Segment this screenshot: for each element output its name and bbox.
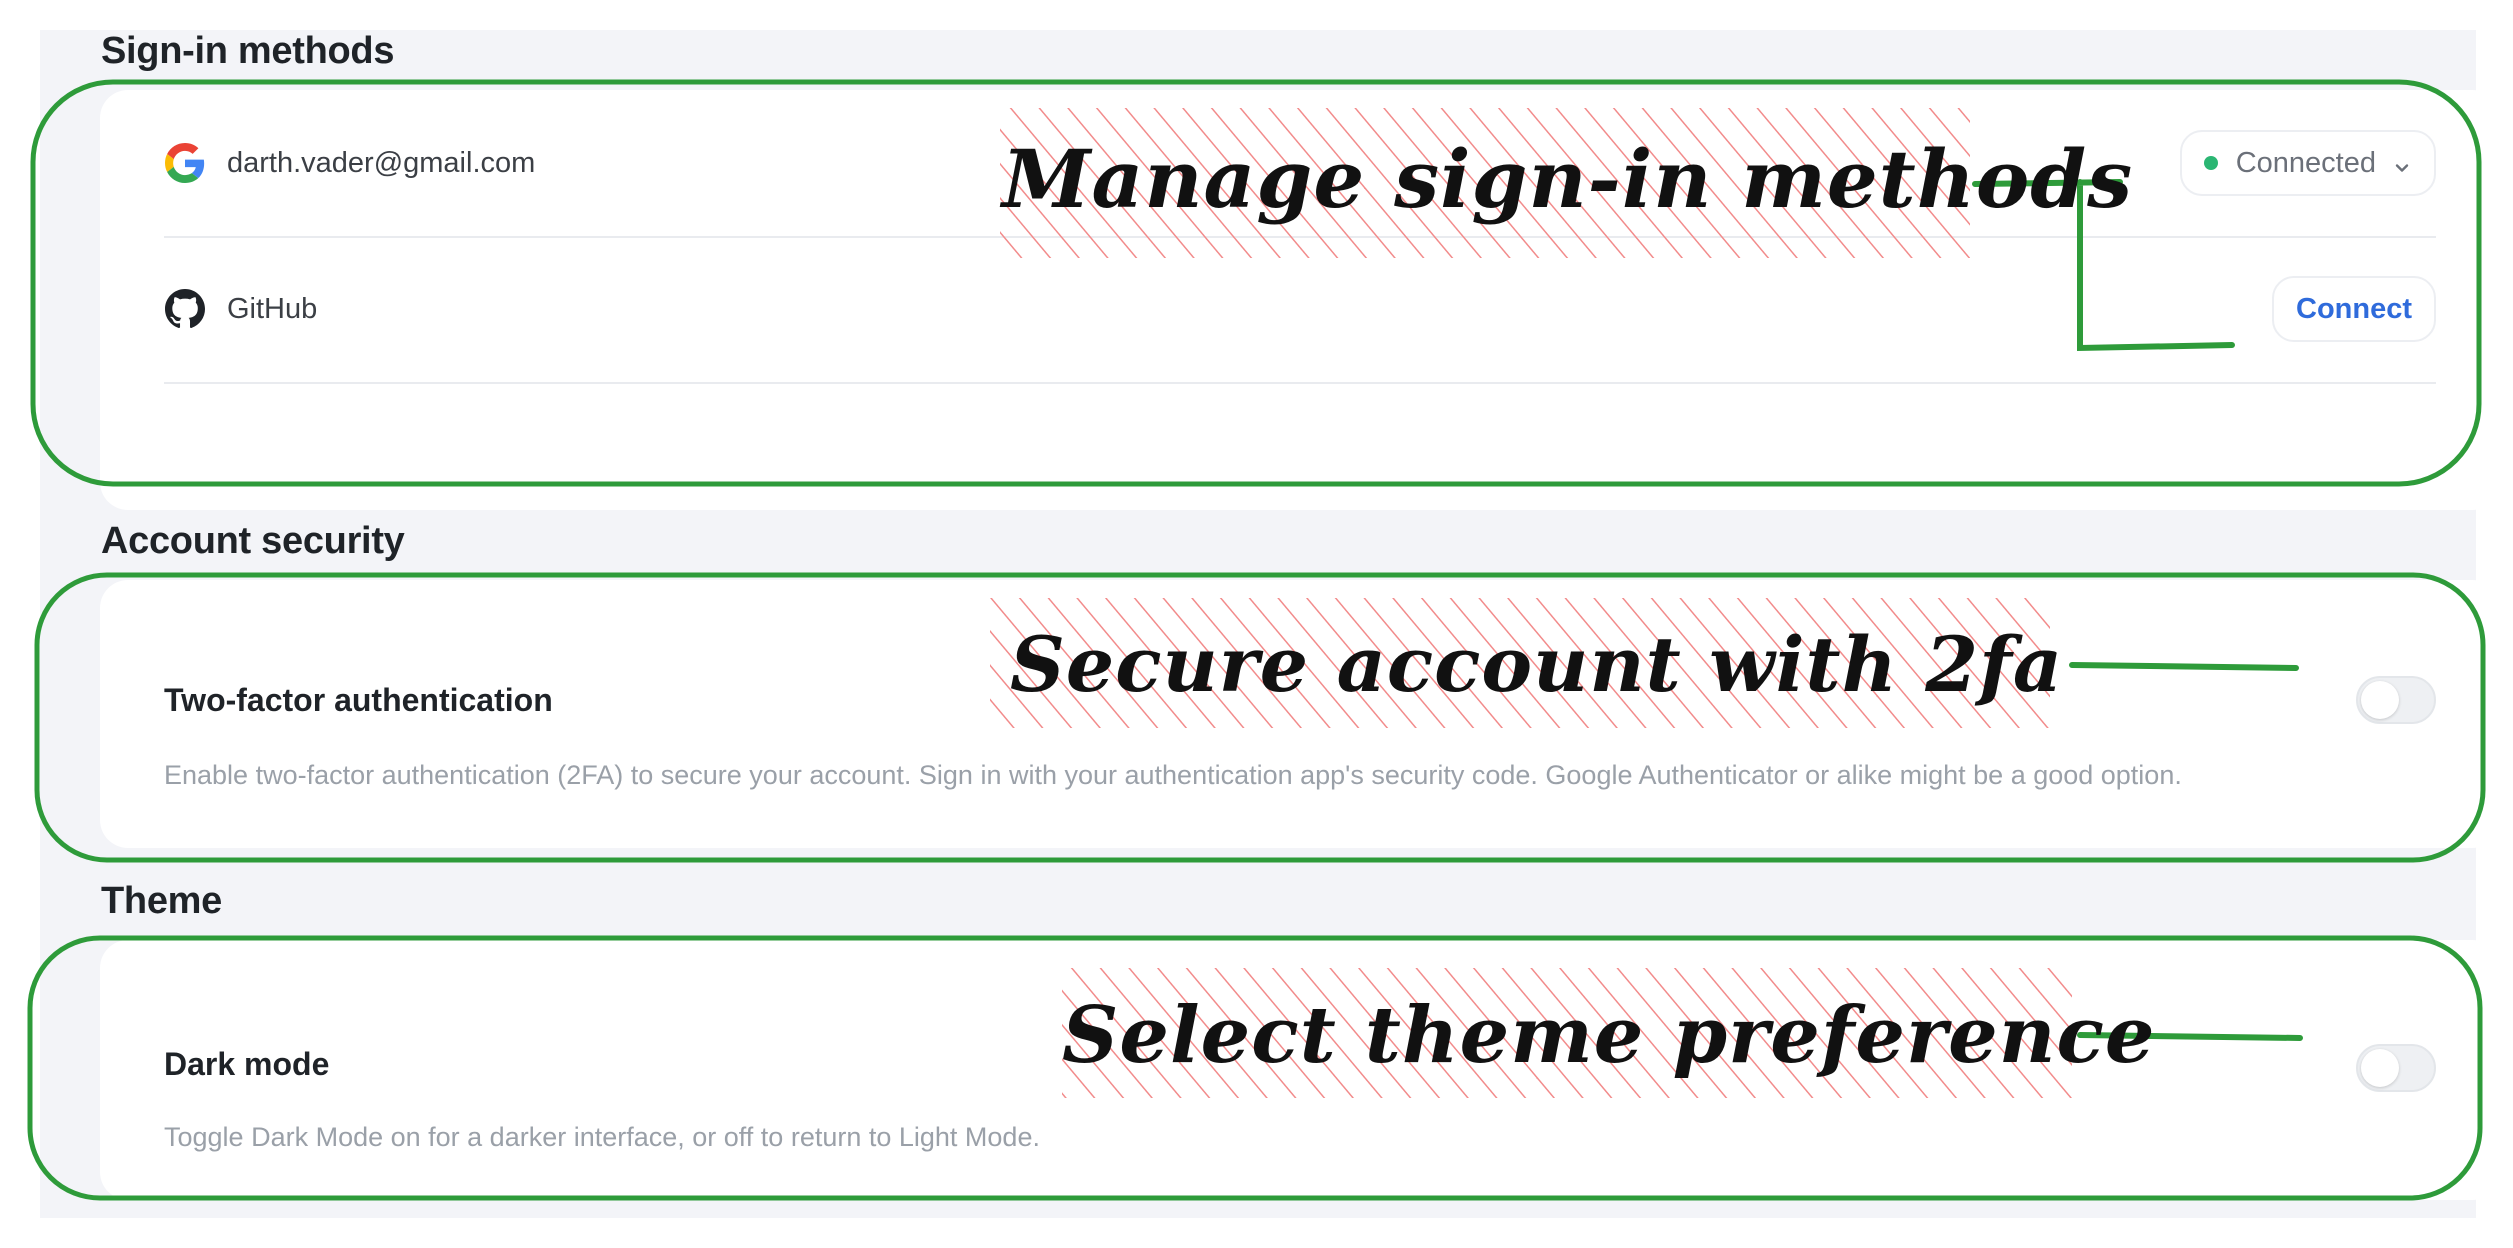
github-connect-button[interactable]: Connect (2272, 276, 2436, 342)
theme-section-title: Theme (101, 880, 222, 922)
google-icon (165, 143, 205, 183)
dark-mode-toggle[interactable] (2356, 1044, 2436, 1092)
github-icon (165, 289, 205, 329)
dark-mode-title: Dark mode (164, 1046, 330, 1082)
connected-status-dot (2203, 156, 2218, 170)
connected-status-dropdown[interactable]: Connected (2179, 130, 2436, 196)
annotation-theme: Select theme preference (1062, 990, 2156, 1081)
toggle-knob (2361, 681, 2399, 719)
provider-row-github: GitHub Connect (164, 236, 2436, 384)
annotation-security: Secure account with 2fa (1010, 620, 2064, 709)
dark-mode-description: Toggle Dark Mode on for a darker interfa… (164, 1122, 1040, 1152)
connected-status-label: Connected (2235, 146, 2376, 179)
two-factor-description: Enable two-factor authentication (2FA) t… (164, 760, 2182, 790)
two-factor-toggle[interactable] (2356, 676, 2436, 724)
connect-label: Connect (2296, 292, 2412, 325)
google-account-email: darth.vader@gmail.com (227, 146, 536, 179)
toggle-knob (2361, 1049, 2399, 1087)
security-section-title: Account security (101, 520, 405, 562)
github-provider-label: GitHub (227, 292, 318, 325)
signin-section-title: Sign-in methods (101, 30, 395, 72)
chevron-down-icon (2392, 153, 2412, 173)
two-factor-title: Two-factor authentication (164, 682, 553, 718)
annotation-signin: Manage sign-in methods (1002, 132, 2134, 226)
